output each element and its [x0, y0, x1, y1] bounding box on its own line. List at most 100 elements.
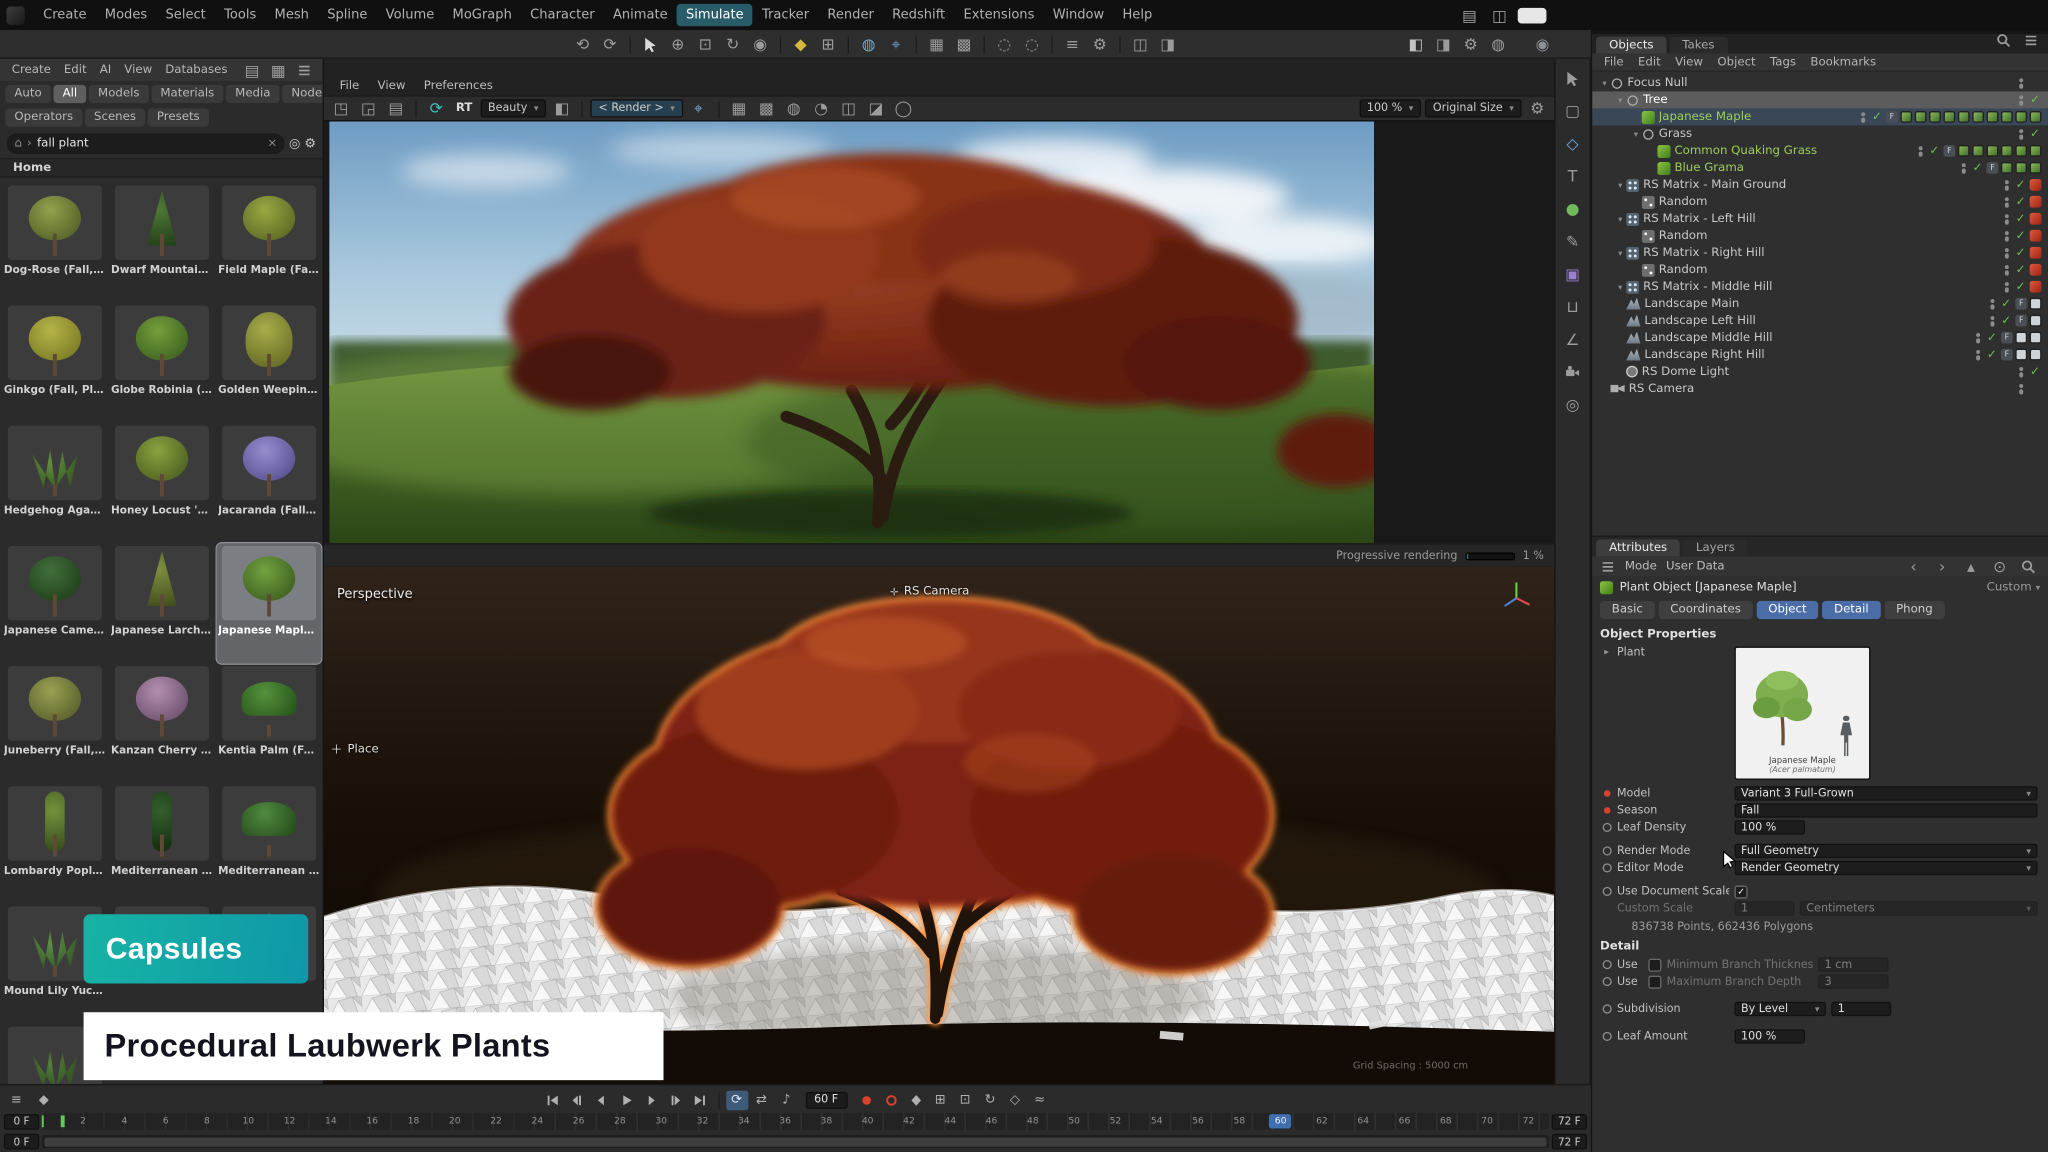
texture-tag[interactable] — [1915, 111, 1927, 123]
zoom-dropdown[interactable]: 100 %▾ — [1359, 99, 1421, 117]
record-parameter-button[interactable]: ◇ — [1004, 1090, 1026, 1110]
object-row-random[interactable]: Random✓ — [1592, 193, 2048, 210]
autokey-button[interactable] — [880, 1090, 902, 1110]
enable-check[interactable]: ✓ — [2014, 195, 2027, 208]
enable-check[interactable]: ✓ — [2000, 297, 2013, 310]
keyframe-marker[interactable] — [1601, 1004, 1611, 1013]
category-tab-operators[interactable]: Operators — [5, 108, 82, 126]
redshift-tag[interactable] — [2030, 281, 2042, 293]
asset-item-globe-robinia-fall-plant[interactable]: Globe Robinia (Fall, Plant) — [110, 303, 214, 423]
next-key-button[interactable] — [664, 1090, 686, 1110]
object-row-landscape-middle-hill[interactable]: Landscape Middle Hill✓F — [1592, 329, 2048, 346]
keyframe-marker[interactable] — [1601, 1032, 1611, 1041]
fields-tag[interactable]: F — [1987, 162, 1999, 174]
texture-tag[interactable] — [1958, 145, 1970, 157]
asset-item-dog-rose-fall-plant[interactable]: Dog-Rose (Fall, Plant) — [3, 183, 107, 303]
om-menu-tags[interactable]: Tags — [1763, 53, 1802, 71]
use-document-scale-checkbox[interactable]: ✓ — [1735, 885, 1748, 898]
grid-snap-icon[interactable]: ▦ — [925, 33, 949, 57]
enable-check[interactable]: ✓ — [2000, 314, 2013, 327]
last-tool-icon[interactable]: ◉ — [748, 33, 772, 57]
visibility-dots[interactable] — [2004, 248, 2009, 258]
object-row-landscape-right-hill[interactable]: Landscape Right Hill✓F — [1592, 346, 2048, 363]
redshift-tag[interactable] — [2030, 247, 2042, 259]
visibility-dots[interactable] — [1990, 315, 1995, 325]
asset-item-japanese-camellia-fall-plant[interactable]: Japanese Camellia (Fall, Plant) — [3, 543, 107, 663]
keyframe-marker[interactable] — [1601, 846, 1611, 855]
preview-range-bar[interactable] — [44, 1137, 1546, 1146]
redshift-tag[interactable] — [2030, 196, 2042, 208]
render-mode-dropdown[interactable]: Full Geometry▾ — [1735, 844, 2038, 858]
om-tab-objects[interactable]: Objects — [1596, 37, 1667, 54]
am-tab-layers[interactable]: Layers — [1683, 539, 1748, 556]
selection-frame-icon[interactable]: ▢ — [1560, 98, 1586, 124]
texture-tag[interactable] — [2030, 298, 2042, 310]
previous-frame-button[interactable] — [590, 1090, 612, 1110]
expand-caret[interactable]: ▾ — [1614, 214, 1626, 224]
keyframe-selection-button[interactable] — [904, 1090, 926, 1110]
range-start-field[interactable]: 0 F — [4, 1134, 39, 1150]
menu-extensions[interactable]: Extensions — [954, 4, 1043, 26]
pixel-probe-icon[interactable]: ⌖ — [687, 97, 711, 121]
om-tab-takes[interactable]: Takes — [1669, 37, 1727, 54]
move-icon[interactable]: ⊕ — [666, 33, 690, 57]
asset-item-field-maple-fall-plant[interactable]: Field Maple (Fall, Plant) — [217, 183, 321, 303]
texture-tag[interactable] — [1958, 111, 1970, 123]
snapshot-icon[interactable]: ◲ — [357, 97, 381, 121]
texture-tag[interactable] — [1900, 111, 1912, 123]
editor-mode-dropdown[interactable]: Render Geometry▾ — [1735, 861, 2038, 875]
enable-check[interactable]: ✓ — [2014, 178, 2027, 191]
filter-icon[interactable]: ◔ — [809, 97, 833, 121]
visibility-dots[interactable] — [2019, 366, 2024, 376]
category-tab-scenes[interactable]: Scenes — [85, 108, 145, 126]
menu-animate[interactable]: Animate — [604, 4, 677, 26]
expand-caret[interactable]: ▾ — [1614, 95, 1626, 105]
asset-item-hedgehog-agave-fall-plant[interactable]: Hedgehog Agave (Fall, Plant) — [3, 423, 107, 543]
camera-tool-icon[interactable] — [1560, 359, 1586, 385]
viewport-solo-icon[interactable]: ◇ — [1560, 131, 1586, 157]
visibility-dots[interactable] — [2004, 214, 2009, 224]
annotation-icon[interactable]: ◎ — [1560, 392, 1586, 418]
camera-label[interactable]: ✛RS Camera — [890, 585, 969, 598]
breadcrumb-home[interactable]: Home — [13, 161, 51, 174]
filter-tab-models[interactable]: Models — [89, 85, 149, 103]
object-row-random[interactable]: Random✓ — [1592, 261, 2048, 278]
app-logo[interactable] — [7, 6, 25, 24]
spline-pen-icon[interactable]: ✎ — [1560, 229, 1586, 255]
expand-caret[interactable]: ▾ — [1599, 78, 1611, 88]
texture-tag[interactable] — [2001, 145, 2013, 157]
menu-mesh[interactable]: Mesh — [265, 4, 318, 26]
enable-check[interactable]: ✓ — [2028, 93, 2041, 106]
keyframe-marker[interactable] — [1601, 977, 1611, 986]
mode-dropdown[interactable]: Mode — [1625, 560, 1657, 573]
render-settings-icon[interactable]: ⚙ — [1459, 33, 1483, 57]
panel-menu-icon[interactable] — [293, 59, 317, 82]
section-tab-object[interactable]: Object — [1757, 601, 1819, 619]
home-icon[interactable]: ⌂ — [14, 137, 21, 150]
text-tool-icon[interactable]: T — [1560, 163, 1586, 189]
render-region-dropdown[interactable]: < Render >▾ — [591, 99, 683, 117]
volume-builder-icon[interactable]: ▣ — [1560, 261, 1586, 287]
rv-menu-file[interactable]: File — [332, 76, 367, 94]
texture-tag[interactable] — [2030, 162, 2042, 174]
expand-caret[interactable]: ▾ — [1614, 281, 1626, 291]
fields-tag[interactable]: F — [2015, 315, 2027, 327]
rotate-icon[interactable]: ↻ — [721, 33, 745, 57]
perspective-viewport[interactable]: Perspective ✛RS Camera ＋Place Grid Spaci… — [324, 567, 1554, 1084]
menu-create[interactable]: Create — [34, 4, 96, 26]
texture-tag[interactable] — [2030, 349, 2042, 361]
enable-check[interactable]: ✓ — [1971, 161, 1984, 174]
texture-tag[interactable] — [2015, 349, 2027, 361]
subdivision-mode-dropdown[interactable]: By Level▾ — [1735, 1002, 1826, 1016]
fields-tag[interactable]: F — [2001, 332, 2013, 344]
visibility-dots[interactable] — [2004, 281, 2009, 291]
record-rotation-button[interactable]: ↻ — [979, 1090, 1001, 1110]
record-position-button[interactable]: ⊞ — [929, 1090, 951, 1110]
custom-scale-field[interactable]: 1 — [1735, 901, 1795, 915]
menu-spline[interactable]: Spline — [318, 4, 376, 26]
false-color-icon[interactable]: ◯ — [892, 97, 916, 121]
asset-item-jacaranda-fall-plant[interactable]: Jacaranda (Fall, Plant) — [217, 423, 321, 543]
section-tab-coordinates[interactable]: Coordinates — [1659, 601, 1753, 619]
compare-ab-icon[interactable]: ◫ — [837, 97, 861, 121]
category-tab-presets[interactable]: Presets — [148, 108, 209, 126]
